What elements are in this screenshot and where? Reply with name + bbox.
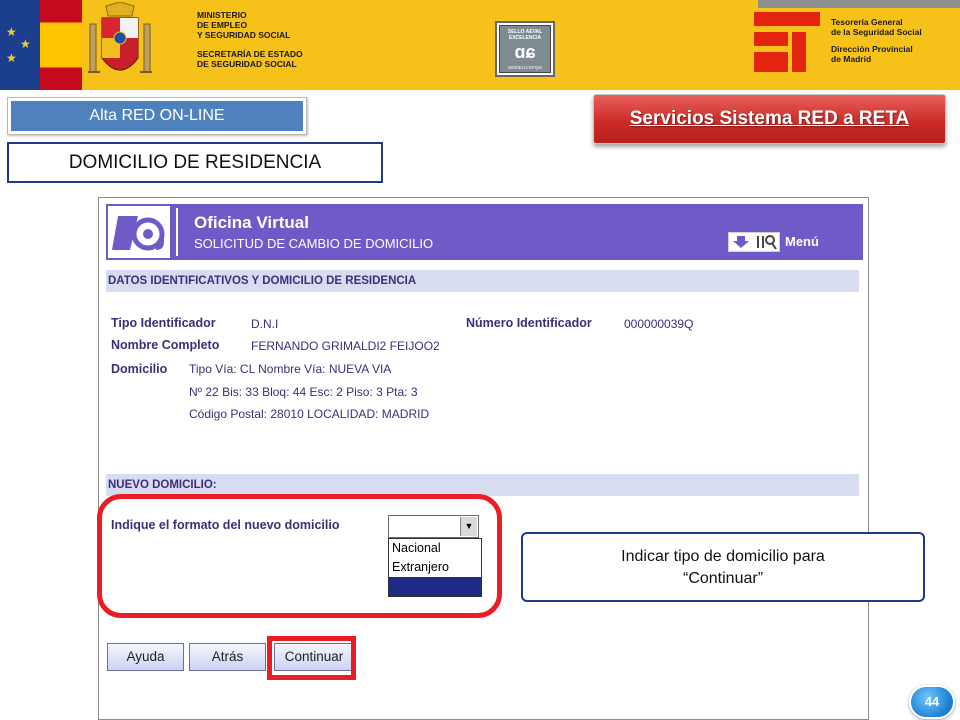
numero-identificador-value: 000000039Q	[624, 317, 694, 331]
menu-toolbar-icons[interactable]	[728, 232, 780, 252]
eu-flag-logo: ★ ★ ★	[0, 0, 40, 90]
domicilio-line: Código Postal: 28010 LOCALIDAD: MADRID	[189, 407, 430, 421]
header-band: ★ ★ ★ MINISTERIO DE EMPLEO Y SEGURIDAD S…	[0, 0, 960, 90]
oficina-virtual-logo-icon	[108, 206, 170, 258]
ministry-text: MINISTERIO DE EMPLEO Y SEGURIDAD SOCIAL …	[197, 10, 303, 69]
nuevo-domicilio-section-bar: NUEVO DOMICILIO:	[106, 474, 859, 496]
ministry-line: Y SEGURIDAD SOCIAL	[197, 30, 291, 40]
ministry-line: DE EMPLEO	[197, 20, 248, 30]
alta-red-online-button[interactable]: Alta RED ON-LINE	[7, 97, 307, 135]
tools-icon[interactable]	[755, 234, 777, 250]
ayuda-button[interactable]: Ayuda	[107, 643, 184, 671]
tgss-line: Tesorería General	[831, 17, 903, 27]
seal-top-line: EXCELENCIA	[508, 35, 542, 41]
domicilio-line: Tipo Vía: CL Nombre Vía: NUEVA VIA	[189, 362, 392, 376]
spain-flag-logo	[40, 0, 82, 90]
continuar-button-highlight	[267, 636, 356, 680]
seal-mark: ɑɕ	[514, 42, 536, 62]
callout-line: “Continuar”	[682, 570, 764, 587]
secretaria-line: DE SEGURIDAD SOCIAL	[197, 59, 297, 69]
numero-identificador-label: Número Identificador	[466, 316, 592, 330]
app-title: Oficina Virtual	[194, 213, 309, 232]
tipo-identificador-label: Tipo Identificador	[111, 316, 216, 330]
datos-identificativos-section-bar: DATOS IDENTIFICATIVOS Y DOMICILIO DE RES…	[106, 270, 859, 292]
tgss-logo	[754, 12, 820, 72]
app-subtitle: SOLICITUD DE CAMBIO DE DOMICILIO	[194, 236, 434, 251]
alta-red-online-label: Alta RED ON-LINE	[11, 101, 303, 131]
aeval-seal-logo: SELLO AEVAL EXCELENCIA ɑɕ MODELO EFQM	[495, 21, 555, 77]
seal-bottom-text: MODELO EFQM	[508, 65, 542, 70]
app-header-divider	[176, 208, 178, 256]
download-arrow-icon[interactable]	[732, 235, 750, 249]
app-header: Oficina Virtual SOLICITUD DE CAMBIO DE D…	[106, 204, 863, 260]
instruction-callout: Indicar tipo de domicilio para “Continua…	[521, 532, 925, 602]
nombre-completo-value: FERNANDO GRIMALDI2 FEIJOO2	[251, 339, 440, 353]
domicilio-line: Nº 22 Bis: 33 Bloq: 44 Esc: 2 Piso: 3 Pt…	[189, 385, 418, 399]
provincial-line: de Madrid	[831, 54, 872, 64]
page-number-badge: 44	[909, 685, 955, 719]
format-select-highlight	[97, 494, 502, 618]
callout-line: Indicar tipo de domicilio para	[621, 548, 825, 565]
oficina-virtual-window: Oficina Virtual SOLICITUD DE CAMBIO DE D…	[98, 197, 869, 720]
servicios-sistema-red-button[interactable]: Servicios Sistema RED a RETA	[593, 94, 946, 144]
ministry-line: MINISTERIO	[197, 10, 247, 20]
nombre-completo-label: Nombre Completo	[111, 338, 220, 352]
section-title: DOMICILIO DE RESIDENCIA	[7, 142, 383, 183]
tgss-text: Tesorería General de la Seguridad Social…	[831, 17, 922, 64]
grey-corner-tab	[758, 0, 960, 8]
domicilio-label: Domicilio	[111, 362, 168, 376]
tipo-identificador-value: D.N.I	[251, 317, 279, 331]
menu-link[interactable]: Menú	[785, 234, 819, 249]
secretaria-line: SECRETARÍA DE ESTADO	[197, 49, 303, 59]
tgss-line: de la Seguridad Social	[831, 27, 922, 37]
atras-button[interactable]: Atrás	[189, 643, 266, 671]
provincial-line: Dirección Provincial	[831, 44, 913, 54]
coat-of-arms-logo	[88, 2, 152, 73]
